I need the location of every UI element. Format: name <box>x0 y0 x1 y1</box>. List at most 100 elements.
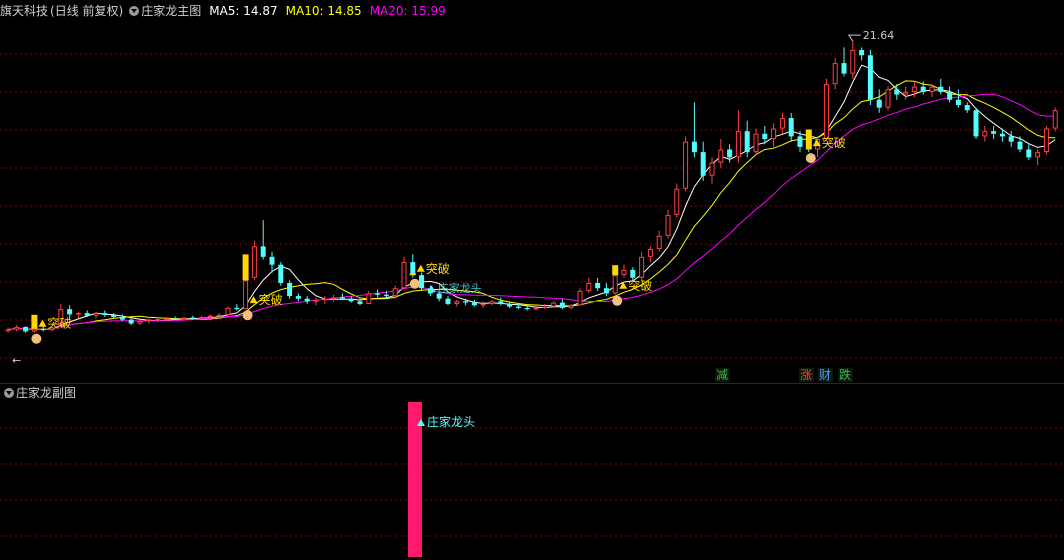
candle <box>991 131 997 134</box>
candle <box>137 320 143 324</box>
candle <box>366 293 372 304</box>
candle <box>947 91 953 100</box>
signal-label: 财 <box>819 368 831 382</box>
main-indicator-name[interactable]: 庄家龙主图 <box>141 4 201 18</box>
candle <box>586 283 592 291</box>
sub-indicator-dropdown-icon[interactable] <box>4 388 14 398</box>
breakout-bar <box>805 129 812 150</box>
candle <box>295 296 301 299</box>
candle <box>40 328 46 331</box>
candle <box>709 162 715 176</box>
candle <box>647 248 653 257</box>
candle <box>595 283 601 289</box>
ma5-label: MA5: 14.87 <box>209 4 278 18</box>
candle <box>753 133 759 153</box>
candle <box>665 214 671 236</box>
candle <box>471 302 477 306</box>
candle <box>1052 110 1058 129</box>
sub-chart-panel[interactable]: 庄家龙头 庄家龙副图 <box>0 384 1064 557</box>
candle <box>498 301 504 304</box>
candle <box>929 86 935 92</box>
breakout-label: 突破 <box>47 316 71 331</box>
candle <box>5 329 11 332</box>
candle <box>313 300 319 302</box>
candle <box>797 136 803 147</box>
candle <box>762 133 768 140</box>
candle <box>955 99 961 105</box>
candle <box>14 326 20 330</box>
ma20-line <box>7 93 1056 331</box>
candle <box>190 317 196 319</box>
candle <box>181 317 187 320</box>
candle <box>850 50 856 74</box>
candle <box>357 301 363 304</box>
candle <box>75 313 81 315</box>
high-price-label: 21.64 <box>863 29 895 42</box>
candle <box>1043 128 1049 153</box>
candle <box>867 55 873 100</box>
candle <box>885 89 891 108</box>
candle <box>331 297 337 299</box>
candle <box>639 256 645 278</box>
sub-chart-header: 庄家龙副图 <box>0 384 78 402</box>
breakout-label: 突破 <box>822 135 846 150</box>
main-chart-panel[interactable]: 21.64 突破 突破 突破 突破 突破 庄家龙头 ← 减涨财跌 旗天科技 (日线 前复权) 庄家龙… <box>0 0 1064 384</box>
candle <box>322 298 328 301</box>
candle <box>656 235 662 249</box>
candle <box>964 105 970 111</box>
hand-icon <box>31 333 42 344</box>
candle <box>304 298 310 302</box>
sub-indicator-chart[interactable]: 庄家龙头 <box>0 384 1064 557</box>
candle <box>612 275 618 294</box>
candle <box>551 302 557 307</box>
candle <box>674 188 680 215</box>
candle <box>375 293 381 295</box>
breakout-label: 突破 <box>426 261 450 276</box>
candle <box>559 302 565 308</box>
sub-indicator-name[interactable]: 庄家龙副图 <box>16 386 76 400</box>
candle <box>982 131 988 137</box>
breakout-label: 突破 <box>259 292 283 307</box>
candle <box>823 84 829 140</box>
candle <box>691 141 697 153</box>
candle <box>1026 149 1032 158</box>
candle <box>287 283 293 297</box>
high-price-pointer <box>847 34 861 42</box>
candle <box>146 319 152 322</box>
candle <box>524 307 530 310</box>
candle <box>489 301 495 304</box>
candle <box>903 91 909 95</box>
ma20-label: MA20: 15.99 <box>369 4 446 18</box>
triangle-up-icon <box>416 264 425 272</box>
signal-label: 减 <box>716 368 728 382</box>
candle <box>163 318 169 320</box>
candle <box>973 110 979 137</box>
triangle-up-icon <box>619 281 628 289</box>
candle <box>445 298 451 304</box>
candle <box>1017 141 1023 150</box>
candle <box>251 246 257 278</box>
candle <box>67 309 73 315</box>
candle <box>419 275 425 289</box>
breakout-bar <box>409 273 416 276</box>
candle <box>515 306 521 308</box>
candlestick-chart[interactable]: 21.64突破突破突破突破突破庄家龙头←减涨财跌 <box>0 0 1064 384</box>
dragon-head-label: 庄家龙头 <box>438 281 482 295</box>
signal-label: 涨 <box>800 367 812 382</box>
candle <box>938 86 944 92</box>
candle <box>31 328 37 332</box>
candle <box>155 319 161 321</box>
hand-icon <box>612 295 623 306</box>
indicator-dropdown-icon[interactable] <box>129 6 140 16</box>
candle <box>507 303 513 307</box>
candle <box>859 50 865 56</box>
candle <box>216 314 222 317</box>
candle <box>339 297 345 299</box>
candle <box>111 314 117 318</box>
breakout-bar <box>612 265 619 276</box>
candle <box>577 290 583 306</box>
candle <box>383 294 389 297</box>
main-chart-header: 旗天科技 (日线 前复权) 庄家龙主图 MA5: 14.87 MA10: 14.85 MA… <box>0 2 448 20</box>
candle <box>999 133 1005 137</box>
stock-name: 旗天科技 <box>0 4 49 18</box>
